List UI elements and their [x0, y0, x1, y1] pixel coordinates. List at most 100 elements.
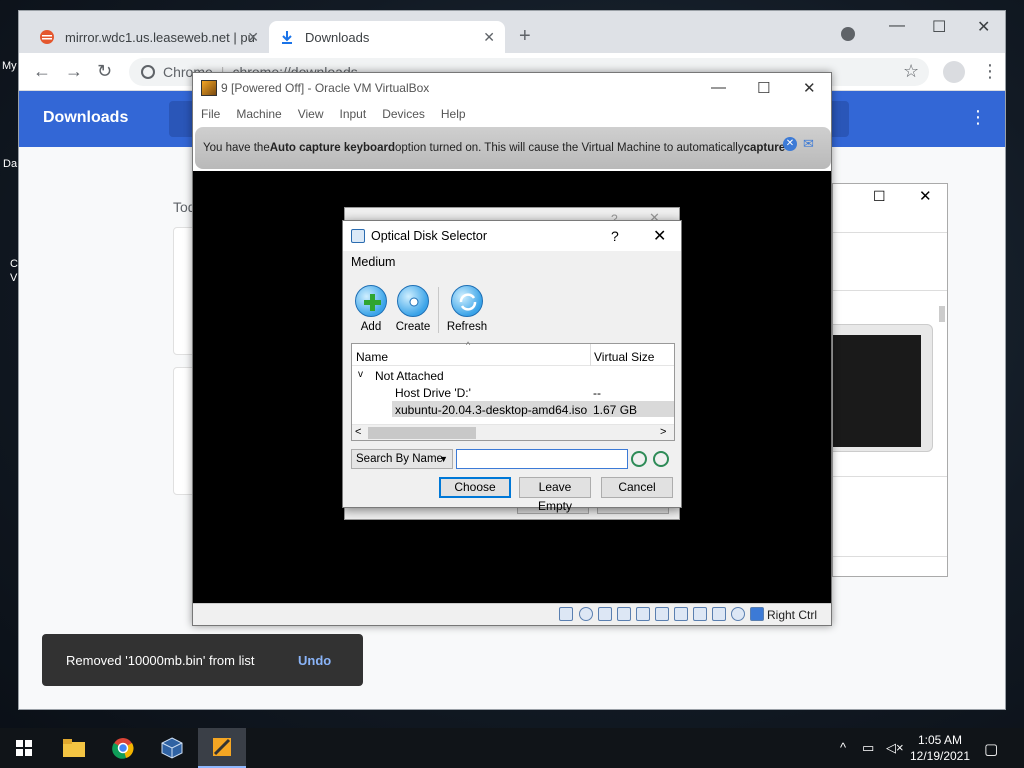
leave-empty-button[interactable]: Leave Empty [519, 477, 591, 513]
help-button[interactable]: ? [611, 228, 619, 244]
menu-input[interactable]: Input [340, 107, 367, 121]
more-options-icon[interactable]: ⋮ [969, 107, 987, 128]
choose-button[interactable]: Choose [439, 477, 511, 498]
refresh-icon [451, 285, 483, 317]
tool-label: Refresh [446, 321, 488, 333]
virtualbox-cube-icon [161, 737, 183, 759]
vm-taskbar-button[interactable] [198, 728, 246, 768]
horizontal-scrollbar[interactable]: < > [352, 424, 674, 440]
maximize-icon[interactable]: ☐ [757, 79, 770, 97]
mouse-integration-icon[interactable] [731, 607, 745, 621]
tab-mirror[interactable]: mirror.wdc1.us.leaseweb.net | pu ✕ [29, 21, 269, 53]
menu-help[interactable]: Help [441, 107, 466, 121]
reload-icon[interactable]: ↻ [97, 61, 112, 82]
scrollbar[interactable] [939, 306, 945, 322]
network-tray-icon[interactable]: ▭ [862, 740, 874, 756]
menu-machine[interactable]: Machine [236, 107, 281, 121]
maximize-icon[interactable]: ☐ [873, 188, 886, 205]
back-icon[interactable]: ← [33, 61, 51, 82]
expand-chevron-icon[interactable]: v [358, 369, 363, 380]
search-backward-icon[interactable] [631, 451, 647, 467]
notice-text: You have the [203, 142, 270, 154]
desktop-icon-label[interactable]: V [10, 272, 17, 284]
dialog-titlebar: Optical Disk Selector ? ✕ [343, 221, 681, 251]
column-separator[interactable] [590, 344, 591, 366]
keyboard-capture-icon[interactable] [750, 607, 764, 621]
minimize-icon[interactable]: — [889, 17, 905, 35]
minimize-icon[interactable]: — [711, 79, 726, 96]
desktop-icon-label[interactable]: Da [3, 158, 17, 170]
window-title: 9 [Powered Off] - Oracle VM VirtualBox [221, 81, 430, 95]
recording-icon[interactable] [693, 607, 707, 621]
menu-devices[interactable]: Devices [382, 107, 425, 121]
tab-close-icon[interactable]: ✕ [247, 29, 259, 46]
optical-drive-icon[interactable] [579, 607, 593, 621]
menu-view[interactable]: View [298, 107, 324, 121]
tree-item-size: -- [593, 386, 601, 400]
tree-group[interactable]: Not Attached [375, 369, 444, 383]
avatar[interactable] [943, 61, 965, 83]
create-disk-icon [397, 285, 429, 317]
bookmark-star-icon[interactable]: ☆ [903, 61, 919, 82]
tree-item-name[interactable]: Host Drive 'D:' [395, 386, 471, 400]
create-button[interactable]: Create [385, 285, 441, 333]
tab-downloads[interactable]: Downloads ✕ [269, 21, 505, 53]
virtualbox-taskbar-button[interactable] [148, 728, 196, 768]
notifications-icon[interactable]: ▢ [984, 740, 998, 758]
cpu-icon[interactable] [712, 607, 726, 621]
cancel-button[interactable]: Cancel [601, 477, 673, 498]
close-icon[interactable]: ✕ [803, 79, 816, 97]
desktop-icon-label[interactable]: C [10, 258, 18, 270]
start-button[interactable] [0, 728, 48, 768]
audio-icon[interactable] [598, 607, 612, 621]
forward-icon[interactable]: → [65, 61, 83, 82]
menu-file[interactable]: File [201, 107, 220, 121]
shared-folders-icon[interactable] [655, 607, 669, 621]
tab-strip: mirror.wdc1.us.leaseweb.net | pu ✕ Downl… [19, 11, 1005, 53]
tab-label: Downloads [305, 29, 370, 45]
usb-icon[interactable] [636, 607, 650, 621]
close-icon[interactable]: ✕ [919, 187, 932, 205]
close-icon[interactable]: ✕ [977, 17, 990, 37]
chrome-menu-icon[interactable]: ⋮ [981, 61, 999, 82]
refresh-button[interactable]: Refresh [439, 285, 495, 333]
notice-dont-show-icon[interactable]: ✉ [803, 136, 814, 152]
close-icon[interactable]: ✕ [653, 226, 666, 246]
column-header-size[interactable]: Virtual Size [594, 350, 654, 364]
network-icon[interactable] [617, 607, 631, 621]
host-key-label: Right Ctrl [767, 608, 818, 622]
chrome-taskbar-button[interactable] [99, 728, 147, 768]
search-input[interactable] [456, 449, 628, 469]
scroll-right-icon[interactable]: > [660, 426, 666, 438]
volume-muted-icon[interactable]: ◁× [886, 740, 904, 756]
download-icon [279, 29, 295, 45]
scrollbar-thumb[interactable] [368, 427, 476, 439]
display-icon[interactable] [674, 607, 688, 621]
desktop-icon-label[interactable]: My [2, 60, 17, 72]
clock-time[interactable]: 1:05 AM [916, 733, 964, 747]
tab-search-icon[interactable] [841, 27, 855, 41]
menu-bar: File Machine View Input Devices Help [193, 103, 831, 125]
search-forward-icon[interactable] [653, 451, 669, 467]
clock-date[interactable]: 12/19/2021 [906, 749, 974, 763]
hard-disk-icon[interactable] [559, 607, 573, 621]
maximize-icon[interactable]: ☐ [932, 17, 946, 37]
new-tab-icon[interactable]: + [519, 25, 531, 48]
auto-capture-notice: You have the Auto capture keyboard optio… [195, 127, 831, 169]
file-explorer-button[interactable] [50, 728, 98, 768]
notice-close-icon[interactable]: ✕ [783, 137, 797, 151]
scroll-left-icon[interactable]: < [355, 426, 361, 438]
dialog-title: Optical Disk Selector [371, 229, 488, 243]
undo-button[interactable]: Undo [298, 653, 331, 668]
show-hidden-icons[interactable]: ^ [840, 740, 846, 755]
search-mode-value: Search By Name [356, 453, 443, 465]
dialog-titlebar: ☐ ✕ [833, 184, 947, 210]
column-header-name[interactable]: Name [356, 350, 388, 364]
tree-item-name[interactable]: xubuntu-20.04.3-desktop-amd64.iso [395, 403, 587, 417]
add-disk-icon [355, 285, 387, 317]
tab-close-icon[interactable]: ✕ [483, 29, 495, 46]
chrome-logo-icon [141, 65, 155, 79]
optical-disk-icon [351, 229, 365, 243]
divider [833, 556, 947, 557]
search-mode-select[interactable]: Search By Name ▼ [351, 449, 453, 469]
